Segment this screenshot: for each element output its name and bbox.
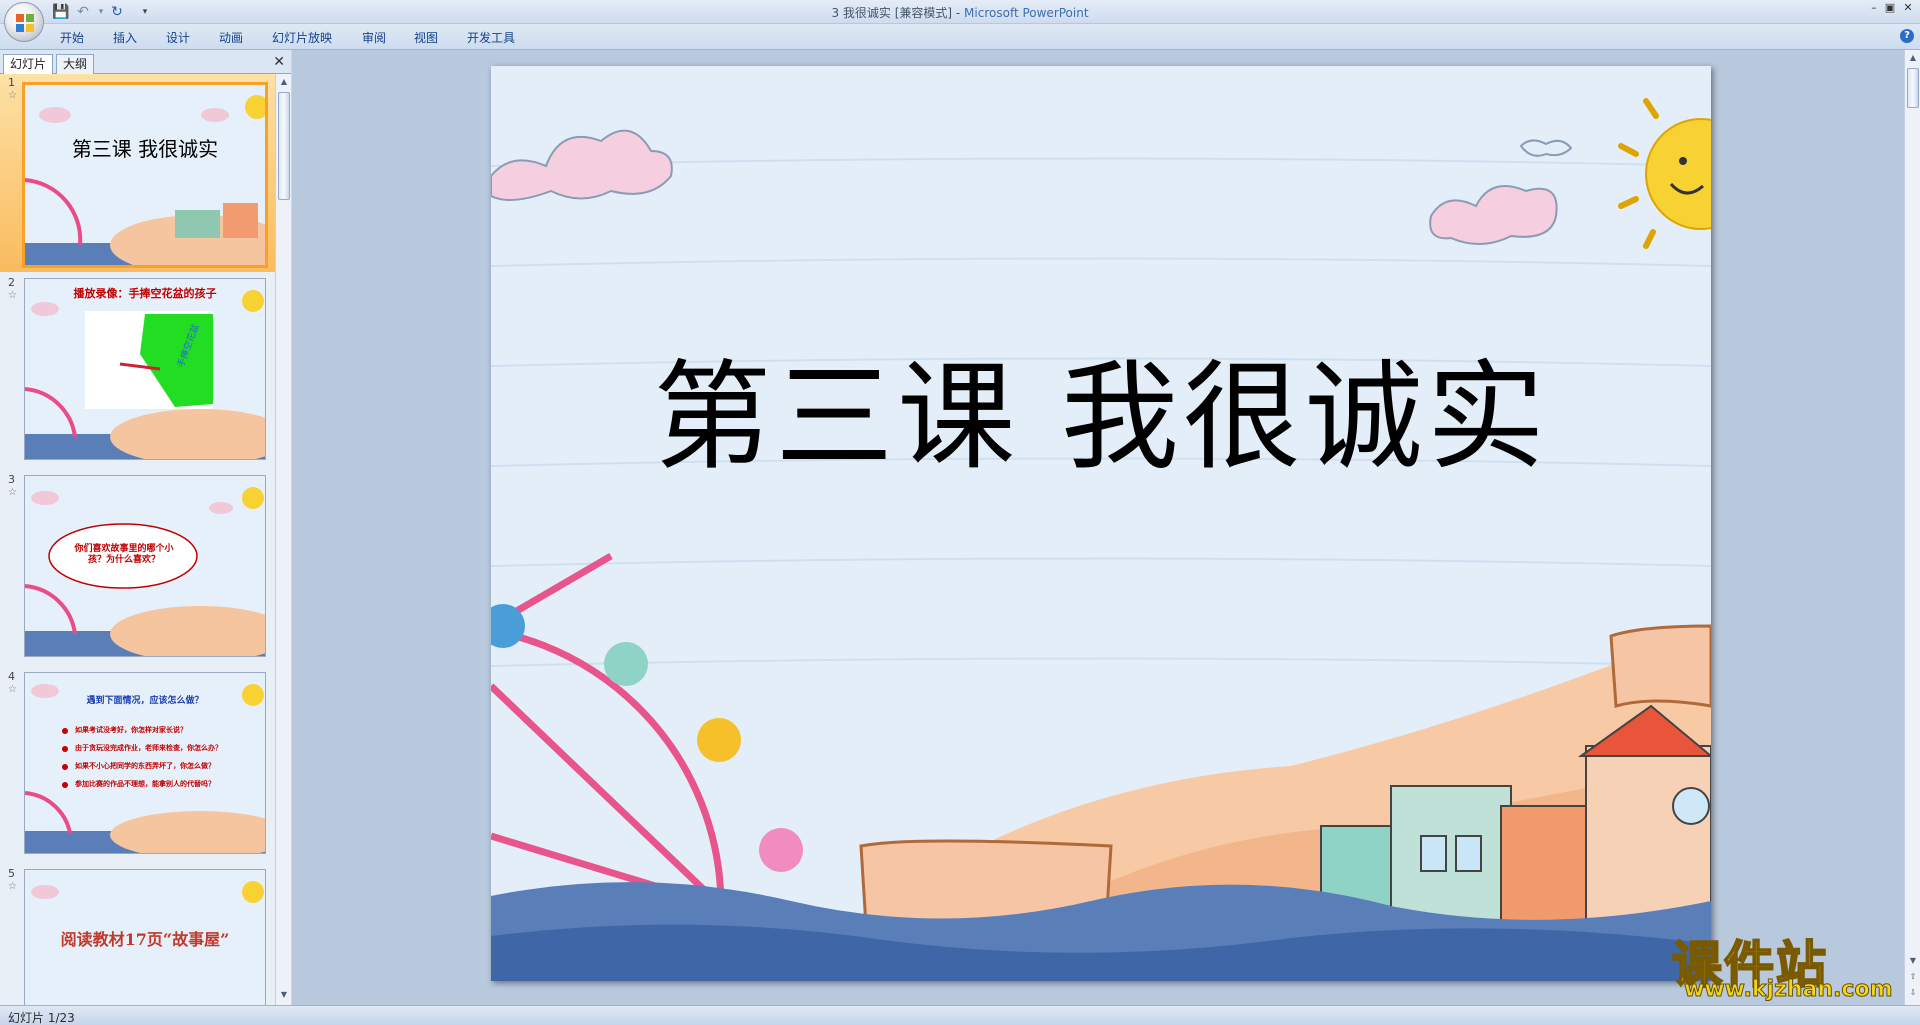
watermark-logo: 课件站 www.kjzhan.com [1671,925,1904,1005]
transition-star-icon: ☆ [8,90,17,101]
powerpoint-window: 💾 ↶ ▾ ↻ ▾ 3 我很诚实 [兼容模式] - Microsoft Powe… [0,0,1920,1025]
slide-scrollbar[interactable]: ▲ ▼ ⇧ ⇩ [1904,50,1920,1005]
slide-number: 5 [8,867,15,880]
transition-star-icon: ☆ [8,881,17,892]
transition-star-icon: ☆ [8,290,17,301]
office-button[interactable] [4,2,44,42]
thumbnail-bullet: 如果不小心把同学的东西弄坏了，你怎么做？ [75,762,215,770]
thumbnail-scrollbar[interactable]: ▲ ▼ [275,74,291,1005]
slide-thumbnail-item[interactable]: 3 ☆ 你们喜欢故事里的哪个小孩？为什么喜欢？ [0,471,275,661]
tab-view[interactable]: 视图 [414,29,438,46]
slide-thumbnail-item[interactable]: 5 ☆ 阅读教材17页“故事屋” [0,865,275,1005]
slide-title[interactable]: 第三课 我很诚实 [491,321,1711,492]
close-pane-icon[interactable]: ✕ [273,54,285,70]
close-window-icon[interactable]: ✕ [1898,2,1918,16]
tab-review[interactable]: 审阅 [362,29,386,46]
thumbnail-title: 你们喜欢故事里的哪个小孩？为什么喜欢？ [74,544,174,565]
slide-number: 4 [8,670,15,683]
slide-thumbnail-2[interactable]: 播放录像：手捧空花盆的孩子 手捧空花盆 [24,278,266,460]
ribbon-tab-bar: 开始 插入 设计 动画 幻灯片放映 审阅 视图 开发工具 ? [0,24,1920,50]
window-title: 3 我很诚实 [兼容模式] - Microsoft PowerPoint [0,4,1920,21]
document-title: 3 我很诚实 [兼容模式] - [831,6,965,20]
slide-thumbnail-item[interactable]: 1 ☆ 第三课 我很诚实 [0,74,275,272]
slide-thumbnail-list: 1 ☆ 第三课 我很诚实 2 ☆ 播放录像：手捧空花盆的孩子 手捧空花盆 3 ☆… [0,74,275,1005]
thumbnail-background [25,279,265,459]
tab-outline[interactable]: 大纲 [56,54,95,74]
title-bar: 💾 ↶ ▾ ↻ ▾ 3 我很诚实 [兼容模式] - Microsoft Powe… [0,0,1920,24]
thumbnail-background [25,85,265,265]
slide-canvas[interactable]: 第三课 我很诚实 [491,66,1711,981]
office-logo-icon [16,14,34,32]
slide-thumbnail-5[interactable]: 阅读教材17页“故事屋” [24,869,266,1005]
slide-background [491,66,1711,981]
tab-animations[interactable]: 动画 [219,29,243,46]
tab-insert[interactable]: 插入 [113,29,137,46]
slide-number: 3 [8,473,15,486]
pane-tab-bar: 幻灯片 大纲 ✕ [0,50,291,74]
slide-count-status: 幻灯片 1/23 [8,1011,75,1025]
thumbnail-heading: 遇到下面情况，应该怎么做？ [86,696,204,706]
thumbnail-title: 第三课 我很诚实 [71,137,219,161]
scroll-down-icon[interactable]: ▼ [1907,955,1919,967]
slides-pane: 幻灯片 大纲 ✕ 1 ☆ 第三课 我很诚实 2 ☆ 播放录像：手捧空花盆的孩子 … [0,50,291,1005]
scrollbar-thumb[interactable] [278,92,290,200]
scroll-up-icon[interactable]: ▲ [278,76,290,88]
slide-number: 2 [8,276,15,289]
tab-developer[interactable]: 开发工具 [467,29,515,46]
transition-star-icon: ☆ [8,684,17,695]
thumbnail-title: 播放录像：手捧空花盆的孩子 [73,287,217,300]
slide-editor: 第三课 我很诚实 [292,50,1904,1005]
scroll-up-icon[interactable]: ▲ [1907,52,1919,64]
slide-thumbnail-item[interactable]: 2 ☆ 播放录像：手捧空花盆的孩子 手捧空花盆 [0,274,275,464]
tab-slides[interactable]: 幻灯片 [3,54,54,74]
slide-thumbnail-3[interactable]: 你们喜欢故事里的哪个小孩？为什么喜欢？ [24,475,266,657]
tab-slide-show[interactable]: 幻灯片放映 [272,29,332,46]
slide-thumbnail-item[interactable]: 4 ☆ 遇到下面情况，应该怎么做？ 如果考试没考好，你怎样对家长说？ 由于贪玩没… [0,668,275,858]
thumbnail-bullet: 如果考试没考好，你怎样对家长说？ [75,726,187,734]
status-bar: 幻灯片 1/23 [0,1005,1920,1025]
watermark-url: www.kjzhan.com [1684,977,1894,1003]
restore-icon[interactable]: ▣ [1880,2,1900,16]
slide-thumbnail-4[interactable]: 遇到下面情况，应该怎么做？ 如果考试没考好，你怎样对家长说？ 由于贪玩没完成作业… [24,672,266,854]
next-slide-icon[interactable]: ⇩ [1907,987,1919,999]
transition-star-icon: ☆ [8,487,17,498]
previous-slide-icon[interactable]: ⇧ [1907,971,1919,983]
slide-number: 1 [8,76,15,89]
scrollbar-thumb[interactable] [1907,68,1919,108]
thumbnail-background [25,476,265,656]
help-icon[interactable]: ? [1900,29,1914,43]
app-title: Microsoft PowerPoint [964,6,1089,20]
thumbnail-title: 阅读教材17页“故事屋” [60,930,230,949]
scroll-down-icon[interactable]: ▼ [278,989,290,1001]
slide-thumbnail-1[interactable]: 第三课 我很诚实 [22,82,268,268]
thumbnail-bullet: 参加比赛的作品不理想，能拿别人的代替吗？ [75,780,215,788]
thumbnail-bullet: 由于贪玩没完成作业，老师来检查，你怎么办？ [75,744,222,752]
tab-design[interactable]: 设计 [166,29,190,46]
tab-home[interactable]: 开始 [60,29,84,46]
